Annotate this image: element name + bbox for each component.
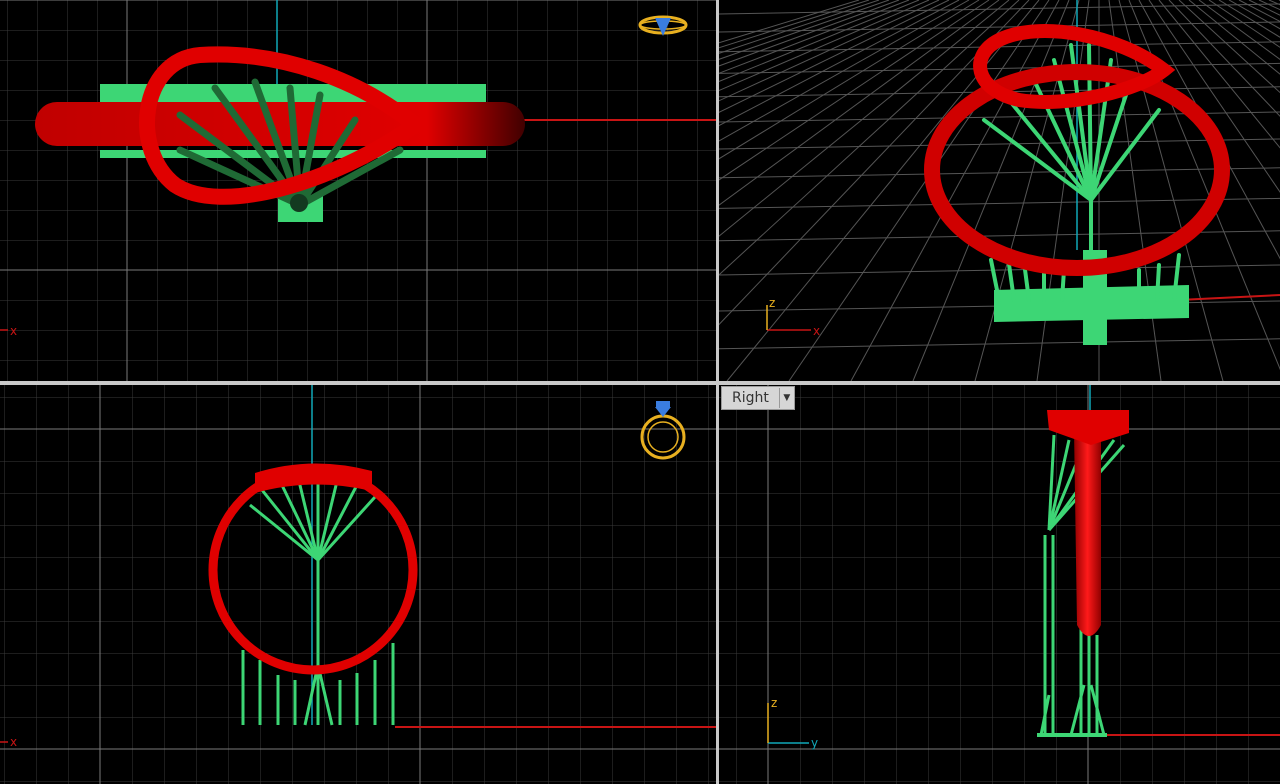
perspective-grid: [719, 0, 1280, 381]
top-ring-band: [35, 102, 525, 146]
viewport-front[interactable]: x: [0, 385, 716, 784]
viewport-perspective[interactable]: x z: [719, 0, 1280, 381]
front-axis-x-label: x: [10, 735, 17, 749]
right-viewport-canvas[interactable]: y z: [719, 385, 1280, 784]
right-viewport-title-text: Right: [732, 390, 769, 406]
chevron-down-icon[interactable]: ▼: [778, 388, 794, 408]
viewport-top[interactable]: x: [0, 0, 716, 381]
top-axis-x-label: x: [10, 324, 17, 338]
front-viewport-canvas[interactable]: x: [0, 385, 716, 784]
right-axis-z-label: z: [771, 696, 777, 710]
right-ring-shank: [1074, 430, 1101, 636]
persp-axis-z-label: z: [769, 296, 775, 310]
persp-axis-indicator: x z: [766, 296, 820, 338]
right-axis-y-label: y: [811, 736, 818, 750]
viewport-right[interactable]: y z Right ▼: [719, 385, 1280, 784]
top-viewport-canvas[interactable]: x: [0, 0, 716, 381]
viewport-splitter-horizontal[interactable]: [0, 381, 1280, 385]
right-viewport-title[interactable]: Right ▼: [721, 386, 795, 410]
persp-x-axis: [1178, 294, 1280, 301]
persp-axis-x-label: x: [813, 324, 820, 338]
viewport-splitter-vertical[interactable]: [716, 0, 719, 784]
perspective-viewport-canvas[interactable]: x z: [719, 0, 1280, 381]
